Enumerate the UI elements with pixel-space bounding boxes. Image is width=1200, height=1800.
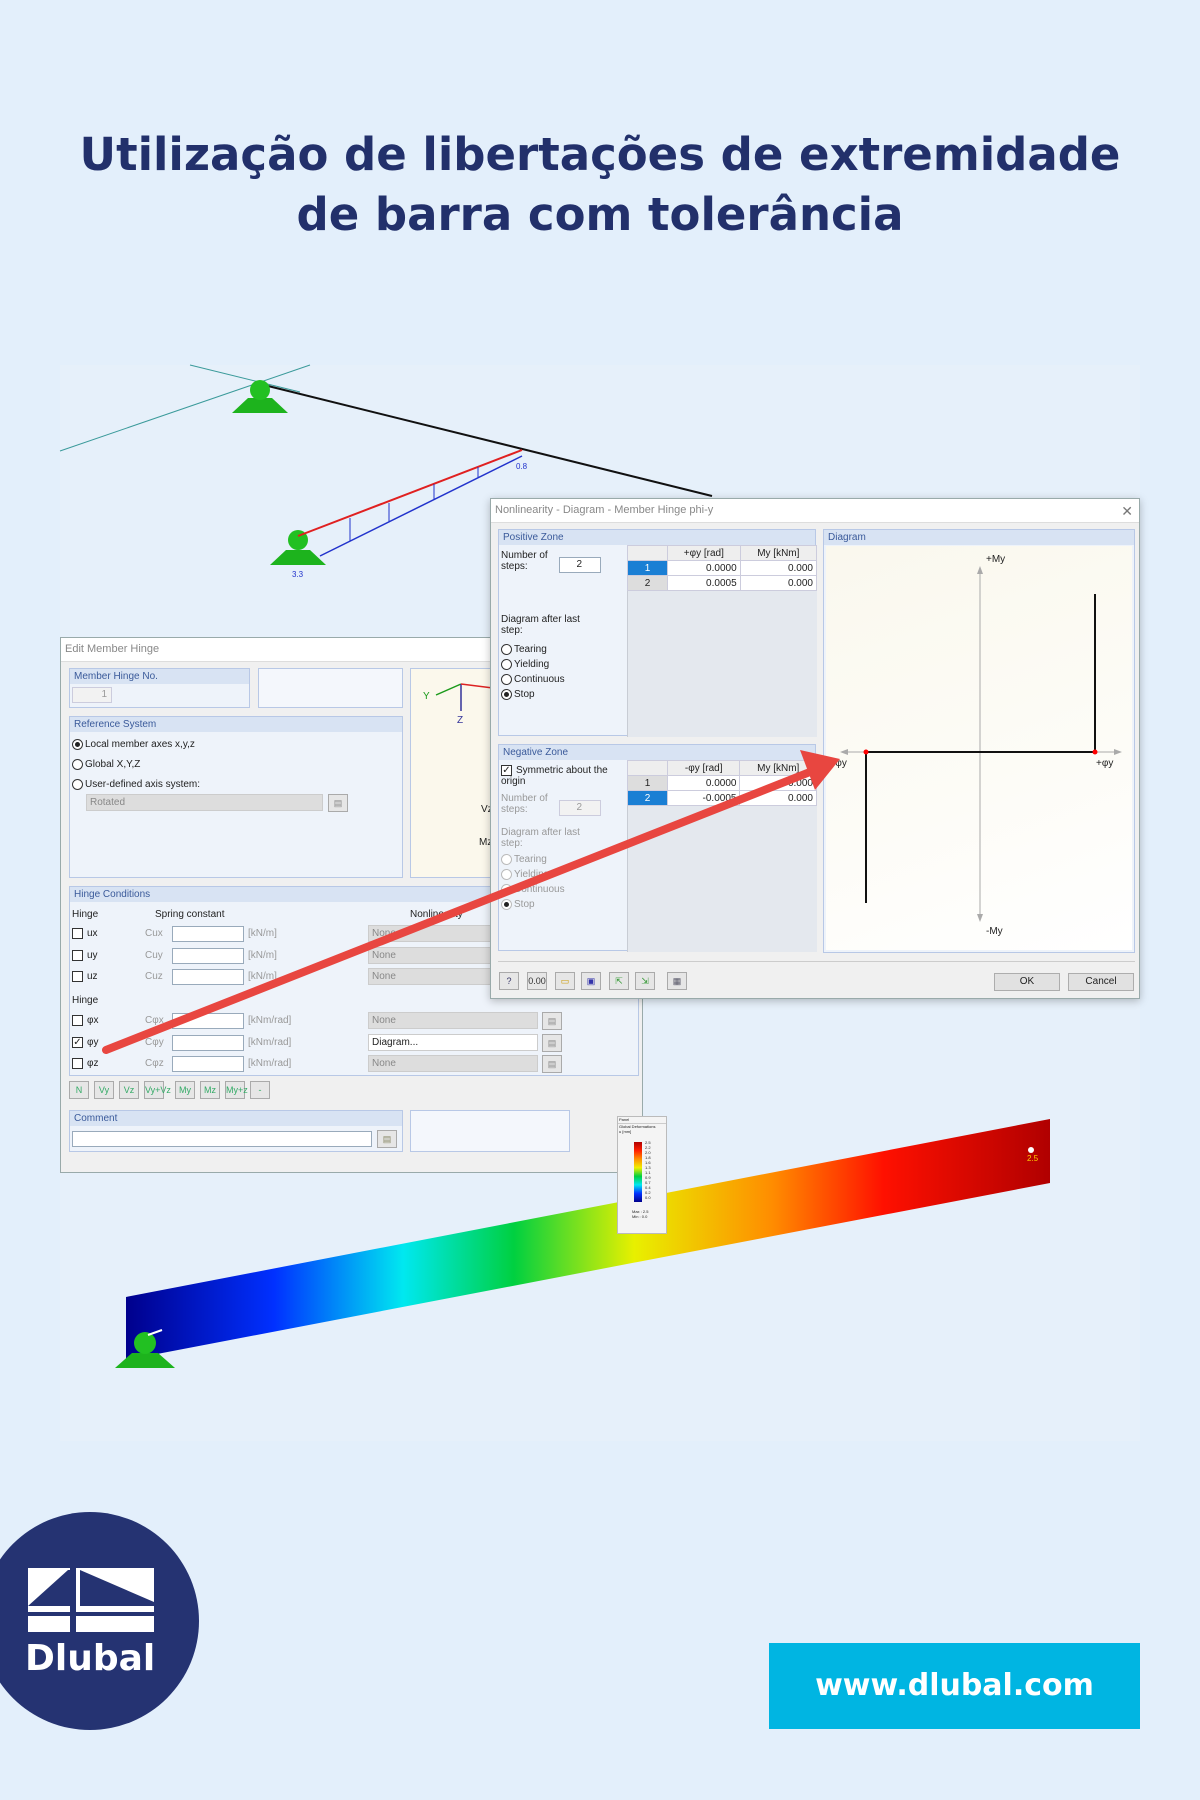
brand-name: Dlubal — [25, 1638, 156, 1679]
website-link[interactable]: www.dlubal.com — [769, 1643, 1140, 1729]
highlight-arrow — [102, 750, 840, 1054]
dlubal-bridge-icon — [28, 1568, 154, 1632]
